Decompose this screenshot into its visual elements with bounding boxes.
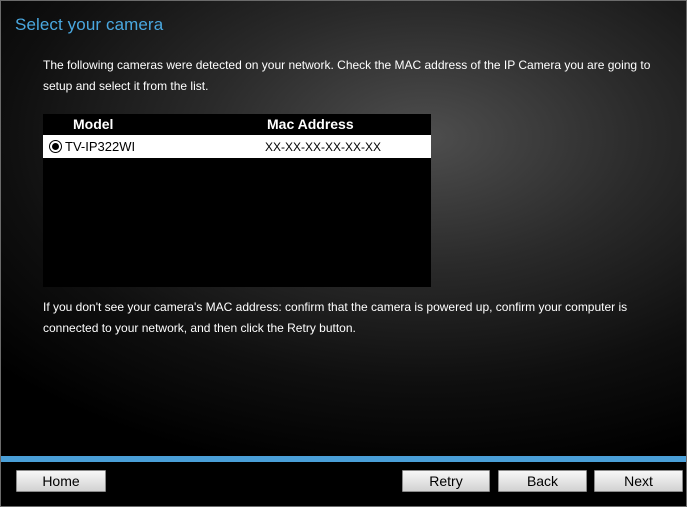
- intro-text: The following cameras were detected on y…: [43, 58, 651, 93]
- camera-mac-address: XX-XX-XX-XX-XX-XX: [265, 140, 382, 154]
- home-button[interactable]: Home: [16, 470, 106, 492]
- next-button[interactable]: Next: [594, 470, 683, 492]
- retry-button[interactable]: Retry: [402, 470, 490, 492]
- wizard-content: Select your camera The following cameras…: [1, 1, 686, 456]
- camera-list-header: Model Mac Address: [43, 114, 431, 135]
- camera-radio-button[interactable]: [49, 140, 62, 153]
- footer-bar: Home Retry Back Next: [1, 462, 686, 506]
- camera-row[interactable]: TV-IP322WI XX-XX-XX-XX-XX-XX: [43, 135, 431, 158]
- camera-model: TV-IP322WI: [65, 139, 136, 154]
- column-header-model: Model: [73, 116, 114, 132]
- back-button[interactable]: Back: [498, 470, 587, 492]
- column-header-mac-address: Mac Address: [267, 116, 354, 132]
- page-title: Select your camera: [15, 15, 164, 34]
- radio-selected-dot: [52, 143, 59, 150]
- wizard-window: Select your camera The following cameras…: [0, 0, 687, 507]
- camera-list: Model Mac Address TV-IP322WI XX-XX-XX-XX…: [43, 114, 431, 287]
- help-text: If you don't see your camera's MAC addre…: [43, 300, 628, 335]
